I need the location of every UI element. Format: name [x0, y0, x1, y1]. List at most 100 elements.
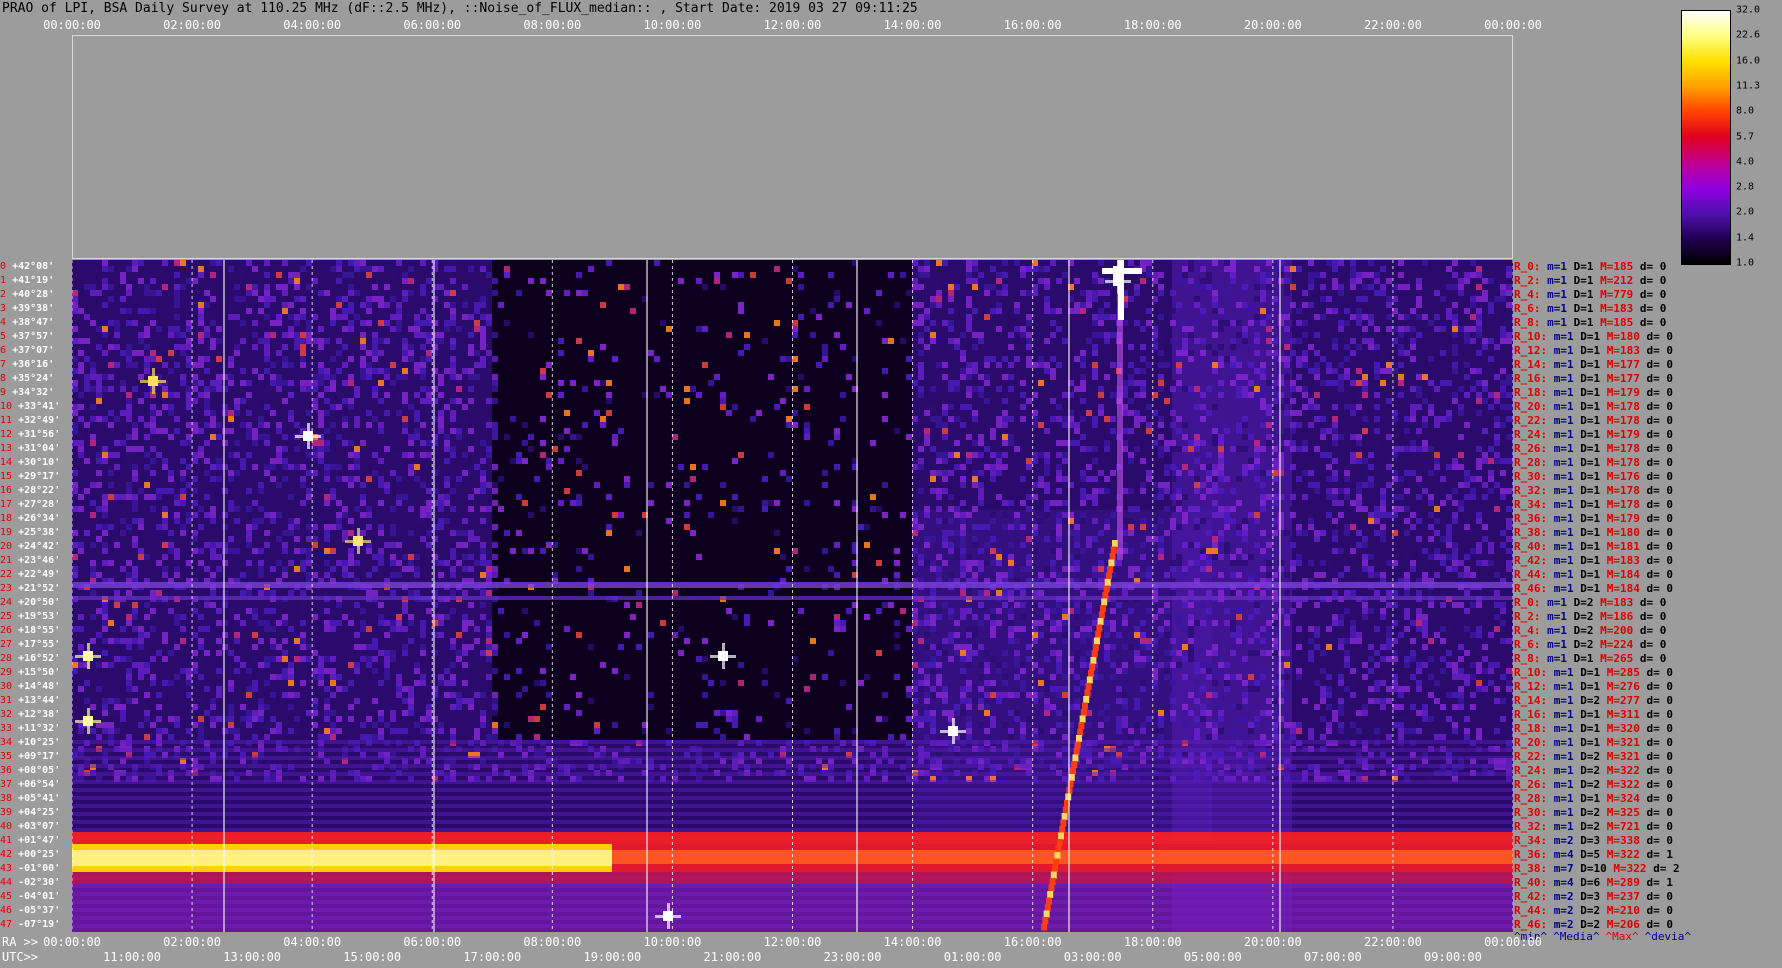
spectrogram-cell — [1386, 368, 1392, 374]
spectrogram-cell — [1416, 608, 1422, 614]
spectrogram-cell — [738, 452, 744, 458]
spectrogram-cell — [900, 272, 906, 278]
spectrogram-cell — [1332, 518, 1338, 524]
spectrogram-cell — [330, 464, 336, 470]
spectrogram-cell — [468, 326, 474, 332]
spectrogram-cell — [1026, 428, 1032, 434]
spectrogram-cell — [1344, 404, 1350, 410]
spectrogram-cell — [294, 272, 300, 278]
spectrogram-cell — [78, 614, 84, 620]
spectrogram-cell — [1182, 272, 1188, 278]
spectrogram-cell — [1476, 380, 1482, 386]
spectrogram-cell — [324, 464, 330, 470]
spectrogram-cell — [114, 326, 120, 332]
spectrogram-cell — [414, 668, 420, 674]
spectrogram-cell — [432, 590, 438, 596]
spectrogram-cell — [1470, 326, 1476, 332]
spectrogram-cell — [390, 338, 396, 344]
spectrogram-cell — [456, 374, 462, 380]
spectrogram-cell — [696, 494, 702, 500]
spectrogram-cell — [234, 440, 240, 446]
spectrogram-cell — [1026, 656, 1032, 662]
spectrogram-cell — [534, 476, 540, 482]
spectrogram-cell — [1506, 566, 1512, 572]
spectrogram-cell — [324, 644, 330, 650]
spectrogram-cell — [1242, 554, 1248, 560]
spectrogram-cell — [270, 530, 276, 536]
spectrogram-cell — [1014, 512, 1020, 518]
spectrogram-cell — [168, 476, 174, 482]
spectrogram-cell — [924, 674, 930, 680]
spectrogram-cell — [264, 512, 270, 518]
spectrogram-cell — [228, 554, 234, 560]
spectrogram-cell — [348, 398, 354, 404]
spectrogram-cell — [144, 332, 150, 338]
spectrogram-cell — [312, 644, 318, 650]
spectrogram-cell — [918, 446, 924, 452]
spectrogram-cell — [1314, 572, 1320, 578]
spectrogram-cell — [1218, 392, 1224, 398]
spectrogram-cell — [1278, 374, 1284, 380]
spectrogram-cell — [210, 344, 216, 350]
spectrogram-cell — [1398, 476, 1404, 482]
spectrogram-cell — [264, 350, 270, 356]
spectrogram-cell — [1020, 476, 1026, 482]
spectrogram-cell — [192, 278, 198, 284]
spectrogram-cell — [1014, 524, 1020, 530]
spectrogram-cell — [1260, 392, 1266, 398]
spectrogram-cell — [972, 542, 978, 548]
spectrogram-cell — [312, 542, 318, 548]
spectrogram-cell — [978, 620, 984, 626]
spectrogram-cell — [270, 320, 276, 326]
spectrogram-cell — [1218, 512, 1224, 518]
spectrogram-cell — [342, 422, 348, 428]
spectrogram-cell — [138, 284, 144, 290]
spectrogram-cell — [1428, 380, 1434, 386]
spectrogram-cell — [1008, 608, 1014, 614]
spectrogram-cell — [342, 440, 348, 446]
spectrogram-cell — [1368, 458, 1374, 464]
spectrogram-cell — [198, 338, 204, 344]
spectrogram-cell — [1056, 656, 1062, 662]
spectrogram-cell — [348, 284, 354, 290]
spectrogram-cell — [162, 542, 168, 548]
spectrogram-cell — [1098, 290, 1104, 296]
spectrogram-cell — [1026, 506, 1032, 512]
spectrogram-cell — [1464, 566, 1470, 572]
spectrogram-cell — [378, 626, 384, 632]
spectrogram-cell — [1194, 482, 1200, 488]
spectrogram-cell — [936, 416, 942, 422]
spectrogram-cell — [366, 590, 372, 596]
spectrogram-cell — [576, 566, 582, 572]
spectrogram-cell — [1020, 566, 1026, 572]
spectrogram-cell — [1254, 638, 1260, 644]
spectrogram-cell — [438, 524, 444, 530]
spectrogram-cell — [468, 386, 474, 392]
spectrogram-cell — [210, 272, 216, 278]
spectrogram-cell — [390, 524, 396, 530]
spectrogram-cell — [228, 608, 234, 614]
spectrogram-cell — [1452, 488, 1458, 494]
spectrogram-cell — [1074, 626, 1080, 632]
spectrogram-cell — [1314, 332, 1320, 338]
spectrogram-cell — [156, 644, 162, 650]
spectrogram-cell — [1452, 350, 1458, 356]
spectrogram-cell — [918, 620, 924, 626]
spectrogram-cell — [420, 344, 426, 350]
spectrogram-cell — [360, 362, 366, 368]
spectrogram-cell — [222, 296, 228, 302]
spectrogram-cell — [936, 296, 942, 302]
spectrogram-cell — [228, 506, 234, 512]
spectrogram-cell — [1170, 590, 1176, 596]
spectrogram-cell — [102, 650, 108, 656]
spectrogram-cell — [1344, 566, 1350, 572]
spectrogram-cell — [1380, 512, 1386, 518]
spectrogram-cell — [1182, 572, 1188, 578]
spectrogram-cell — [1026, 440, 1032, 446]
spectrogram-cell — [1182, 422, 1188, 428]
spectrogram-cell — [1236, 332, 1242, 338]
spectrogram-cell — [258, 422, 264, 428]
spectrogram-cell — [948, 656, 954, 662]
spectrogram-cell — [1002, 416, 1008, 422]
spectrogram-cell — [1350, 554, 1356, 560]
